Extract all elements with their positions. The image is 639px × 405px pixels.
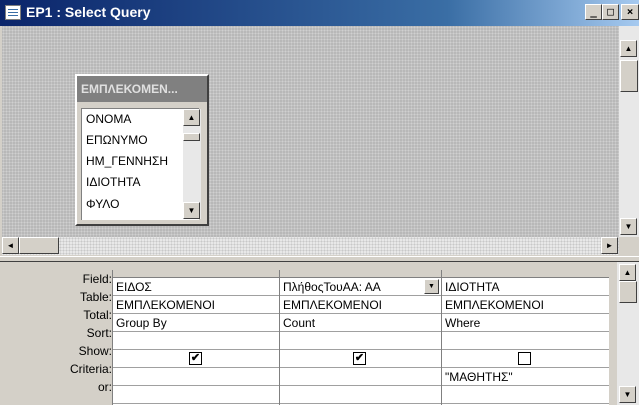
field-list-item[interactable]: ΙΔΙΟΤΗΤΑ: [86, 175, 140, 189]
lower-vertical-scrollbar[interactable]: ▲ ▼: [617, 262, 639, 405]
grid-column[interactable]: ΕΙΔΟΣ ΕΜΠΛΕΚΟΜΕΝΟΙ Group By ✔: [112, 270, 279, 405]
or-cell[interactable]: [280, 386, 441, 404]
close-button[interactable]: ×: [621, 4, 639, 20]
scroll-down-arrow-icon[interactable]: ▼: [619, 386, 636, 403]
field-cell-text: ΠλήθοςΤουΑΑ: ΑΑ: [283, 280, 381, 294]
total-cell[interactable]: Count: [280, 314, 441, 332]
sort-cell[interactable]: [280, 332, 441, 350]
title-bar[interactable]: EP1 : Select Query _ □ ×: [0, 0, 639, 26]
scroll-left-arrow-icon[interactable]: ◄: [2, 237, 19, 254]
field-list-item[interactable]: ΗΜ_ΓΕΝΝΗΣΗ: [86, 154, 168, 168]
scroll-up-arrow-icon[interactable]: ▲: [183, 109, 200, 126]
row-label-sort: Sort:: [86, 326, 112, 340]
or-cell[interactable]: [113, 386, 279, 404]
grid-column[interactable]: ΙΔΙΟΤΗΤΑ ΕΜΠΛΕΚΟΜΕΝΟΙ Where "ΜΑΘΗΤΗΣ": [441, 270, 609, 405]
field-list-box[interactable]: ΟΝΟΜΑ ΕΠΩΝΥΜΟ ΗΜ_ΓΕΝΝΗΣΗ ΙΔΙΟΤΗΤΑ ΦΥΛΟ ▲…: [81, 108, 201, 220]
field-list-item[interactable]: ΟΝΟΜΑ: [86, 112, 131, 126]
upper-vertical-scrollbar[interactable]: ▲ ▼: [619, 26, 639, 237]
sort-cell[interactable]: [113, 332, 279, 350]
total-cell[interactable]: Where: [442, 314, 609, 332]
scroll-right-arrow-icon[interactable]: ►: [601, 237, 618, 254]
row-label-criteria: Criteria:: [69, 362, 112, 376]
scroll-thumb[interactable]: [619, 281, 637, 303]
show-checkbox[interactable]: ✔: [353, 352, 366, 365]
field-list-item[interactable]: ΦΥΛΟ: [86, 197, 119, 211]
field-list-scrollbar[interactable]: ▲ ▼: [183, 109, 201, 219]
show-cell: ✔: [280, 350, 441, 368]
field-cell[interactable]: ΙΔΙΟΤΗΤΑ: [442, 278, 609, 296]
scroll-down-arrow-icon[interactable]: ▼: [620, 218, 637, 235]
column-selector[interactable]: [113, 270, 279, 278]
or-cell[interactable]: [442, 386, 609, 404]
maximize-button[interactable]: □: [602, 4, 619, 20]
criteria-cell[interactable]: [113, 368, 279, 386]
row-label-table: Table:: [79, 290, 112, 304]
show-cell: [442, 350, 609, 368]
table-cell[interactable]: ΕΜΠΛΕΚΟΜΕΝΟΙ: [113, 296, 279, 314]
total-cell[interactable]: Group By: [113, 314, 279, 332]
table-cell[interactable]: ΕΜΠΛΕΚΟΜΕΝΟΙ: [280, 296, 441, 314]
show-cell: ✔: [113, 350, 279, 368]
scroll-thumb[interactable]: [183, 133, 200, 141]
field-list-title[interactable]: ΕΜΠΛΕΚΟΜΕΝ...: [77, 76, 207, 102]
criteria-cell[interactable]: "ΜΑΘΗΤΗΣ": [442, 368, 609, 386]
minimize-button[interactable]: _: [585, 4, 602, 20]
column-selector[interactable]: [442, 270, 609, 278]
scroll-up-arrow-icon[interactable]: ▲: [620, 40, 637, 57]
field-cell[interactable]: ΠλήθοςΤουΑΑ: ΑΑ ▼: [280, 278, 441, 296]
table-pane[interactable]: ΕΜΠΛΕΚΟΜΕΝ... ΟΝΟΜΑ ΕΠΩΝΥΜΟ ΗΜ_ΓΕΝΝΗΣΗ Ι…: [2, 26, 619, 237]
scroll-thumb[interactable]: [19, 237, 59, 254]
row-label-or: or:: [97, 380, 112, 394]
column-selector[interactable]: [280, 270, 441, 278]
query-window-icon[interactable]: [5, 5, 21, 20]
scroll-down-arrow-icon[interactable]: ▼: [183, 202, 200, 219]
table-field-list[interactable]: ΕΜΠΛΕΚΟΜΕΝ... ΟΝΟΜΑ ΕΠΩΝΥΜΟ ΗΜ_ΓΕΝΝΗΣΗ Ι…: [75, 74, 209, 226]
sort-cell[interactable]: [442, 332, 609, 350]
row-label-show: Show:: [78, 344, 112, 358]
show-checkbox[interactable]: ✔: [189, 352, 202, 365]
show-checkbox-unchecked[interactable]: [518, 352, 531, 365]
table-cell[interactable]: ΕΜΠΛΕΚΟΜΕΝΟΙ: [442, 296, 609, 314]
field-cell[interactable]: ΕΙΔΟΣ: [113, 278, 279, 296]
upper-horizontal-scrollbar[interactable]: ◄ ►: [2, 237, 619, 255]
grid-column[interactable]: ΠλήθοςΤουΑΑ: ΑΑ ▼ ΕΜΠΛΕΚΟΜΕΝΟΙ Count ✔: [279, 270, 441, 405]
scroll-thumb[interactable]: [620, 60, 638, 92]
row-label-field: Field:: [82, 272, 112, 286]
design-grid: Field: Table: Total: Sort: Show: Criteri…: [2, 262, 617, 405]
criteria-cell[interactable]: [280, 368, 441, 386]
scroll-up-arrow-icon[interactable]: ▲: [619, 264, 636, 281]
window-title: EP1 : Select Query: [26, 4, 151, 20]
dropdown-arrow-icon[interactable]: ▼: [424, 279, 439, 294]
row-label-total: Total:: [83, 308, 112, 322]
field-list-item[interactable]: ΕΠΩΝΥΜΟ: [86, 133, 148, 147]
